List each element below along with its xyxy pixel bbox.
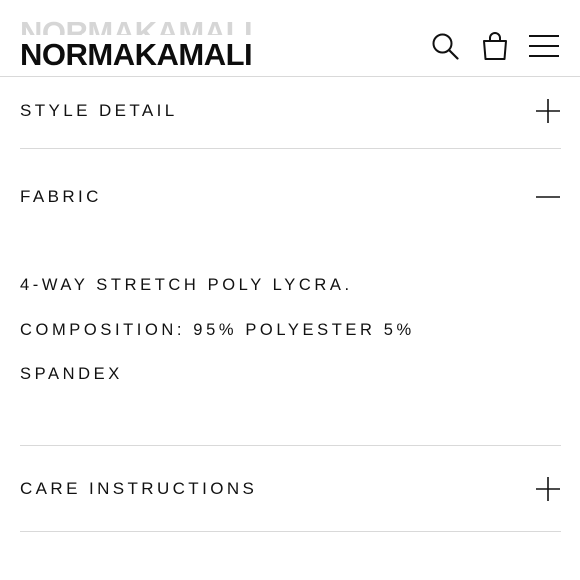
care-instructions-toggle[interactable]: CARE INSTRUCTIONS — [20, 446, 561, 532]
accordion-title: STYLE DETAIL — [20, 101, 178, 120]
fabric-description: 4-WAY STRETCH POLY LYCRA. — [20, 276, 353, 294]
site-header: NORMAKAMALI NORMAKAMALI — [0, 0, 580, 77]
style-detail-toggle[interactable]: STYLE DETAIL — [20, 77, 561, 145]
accordion-title: FABRIC — [20, 187, 102, 206]
accordion-section-care-instructions: CARE INSTRUCTIONS — [20, 446, 561, 532]
brand-logo-text: NORMAKAMALI — [20, 37, 253, 72]
brand-logo[interactable]: NORMAKAMALI NORMAKAMALI — [20, 17, 282, 73]
fabric-content: 4-WAY STRETCH POLY LYCRA. COMPOSITION: 9… — [20, 245, 561, 397]
accordion-title: CARE INSTRUCTIONS — [20, 479, 258, 498]
product-details-accordion: STYLE DETAIL FABRIC 4-WAY STRETCH POLY L… — [20, 77, 561, 532]
plus-icon[interactable] — [535, 476, 561, 502]
accordion-section-fabric: FABRIC 4-WAY STRETCH POLY LYCRA. COMPOSI… — [20, 149, 561, 446]
hamburger-menu-icon — [529, 35, 559, 57]
menu-button[interactable] — [526, 28, 562, 64]
accordion-section-style-detail: STYLE DETAIL — [20, 77, 561, 149]
plus-icon[interactable] — [535, 98, 561, 124]
minus-icon[interactable] — [535, 184, 561, 210]
shopping-bag-button[interactable] — [477, 28, 513, 64]
fabric-composition-continued: SPANDEX — [20, 365, 123, 383]
search-button[interactable] — [427, 28, 463, 64]
fabric-toggle[interactable]: FABRIC — [20, 149, 561, 245]
search-icon — [432, 33, 459, 60]
shopping-bag-icon — [483, 32, 507, 60]
fabric-composition: COMPOSITION: 95% POLYESTER 5% — [20, 320, 415, 339]
